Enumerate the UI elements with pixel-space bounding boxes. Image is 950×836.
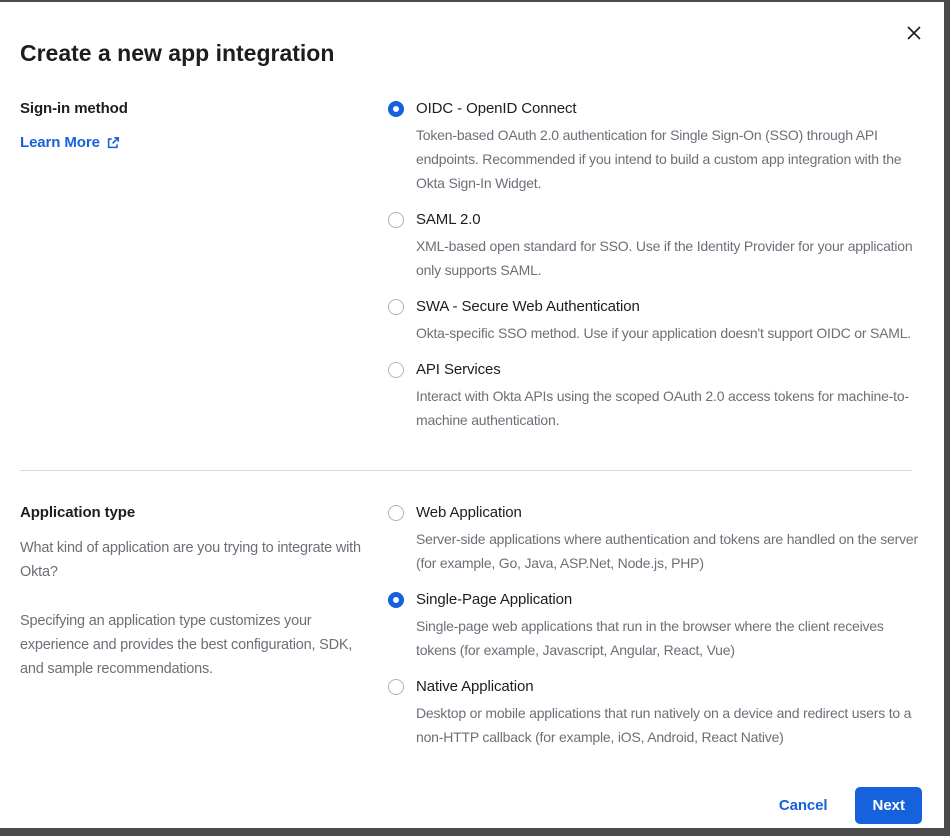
radio-oidc[interactable] (388, 101, 404, 117)
learn-more-label: Learn More (20, 134, 100, 151)
apptype-paragraph-1: What kind of application are you trying … (20, 536, 368, 584)
signin-method-section: Sign-in method Learn More OIDC - OpenID … (20, 100, 922, 448)
apptype-paragraph-2: Specifying an application type customize… (20, 609, 368, 681)
signin-method-label: Sign-in method (20, 100, 368, 118)
option-api-services-desc: Interact with Okta APIs using the scoped… (416, 384, 922, 432)
option-web-application-desc: Server-side applications where authentic… (416, 527, 922, 575)
application-type-label: Application type (20, 504, 368, 522)
option-oidc[interactable]: OIDC - OpenID Connect Token-based OAuth … (388, 100, 922, 195)
dialog-footer: Cancel Next (20, 787, 922, 824)
radio-api-services[interactable] (388, 362, 404, 378)
radio-single-page-application[interactable] (388, 592, 404, 608)
option-native-application-label[interactable]: Native Application (416, 678, 922, 696)
close-button[interactable] (904, 24, 924, 44)
application-type-section: Application type What kind of applicatio… (20, 504, 922, 765)
external-link-icon (106, 136, 120, 150)
option-saml-desc: XML-based open standard for SSO. Use if … (416, 234, 922, 282)
signin-options: OIDC - OpenID Connect Token-based OAuth … (388, 100, 922, 448)
option-web-application-label[interactable]: Web Application (416, 504, 922, 522)
radio-native-application[interactable] (388, 679, 404, 695)
option-oidc-label[interactable]: OIDC - OpenID Connect (416, 100, 922, 118)
signin-left-column: Sign-in method Learn More (20, 100, 388, 448)
option-single-page-application-label[interactable]: Single-Page Application (416, 591, 922, 609)
radio-web-application[interactable] (388, 505, 404, 521)
option-oidc-desc: Token-based OAuth 2.0 authentication for… (416, 123, 922, 195)
option-swa-desc: Okta-specific SSO method. Use if your ap… (416, 321, 911, 345)
option-saml[interactable]: SAML 2.0 XML-based open standard for SSO… (388, 211, 922, 282)
option-native-application[interactable]: Native Application Desktop or mobile app… (388, 678, 922, 749)
option-api-services[interactable]: API Services Interact with Okta APIs usi… (388, 361, 922, 432)
next-button[interactable]: Next (855, 787, 922, 824)
option-native-application-desc: Desktop or mobile applications that run … (416, 701, 922, 749)
section-divider (20, 470, 912, 471)
apptype-left-column: Application type What kind of applicatio… (20, 504, 388, 765)
option-api-services-label[interactable]: API Services (416, 361, 922, 379)
apptype-options: Web Application Server-side applications… (388, 504, 922, 765)
option-swa-label[interactable]: SWA - Secure Web Authentication (416, 298, 911, 316)
learn-more-link[interactable]: Learn More (20, 134, 120, 151)
option-saml-label[interactable]: SAML 2.0 (416, 211, 922, 229)
radio-saml[interactable] (388, 212, 404, 228)
close-icon (907, 26, 921, 43)
option-single-page-application[interactable]: Single-Page Application Single-page web … (388, 591, 922, 662)
dialog-title: Create a new app integration (20, 40, 922, 67)
option-single-page-application-desc: Single-page web applications that run in… (416, 614, 922, 662)
option-web-application[interactable]: Web Application Server-side applications… (388, 504, 922, 575)
option-swa[interactable]: SWA - Secure Web Authentication Okta-spe… (388, 298, 922, 345)
cancel-button[interactable]: Cancel (779, 797, 828, 814)
create-app-integration-dialog: Create a new app integration Sign-in met… (0, 2, 944, 828)
radio-swa[interactable] (388, 299, 404, 315)
